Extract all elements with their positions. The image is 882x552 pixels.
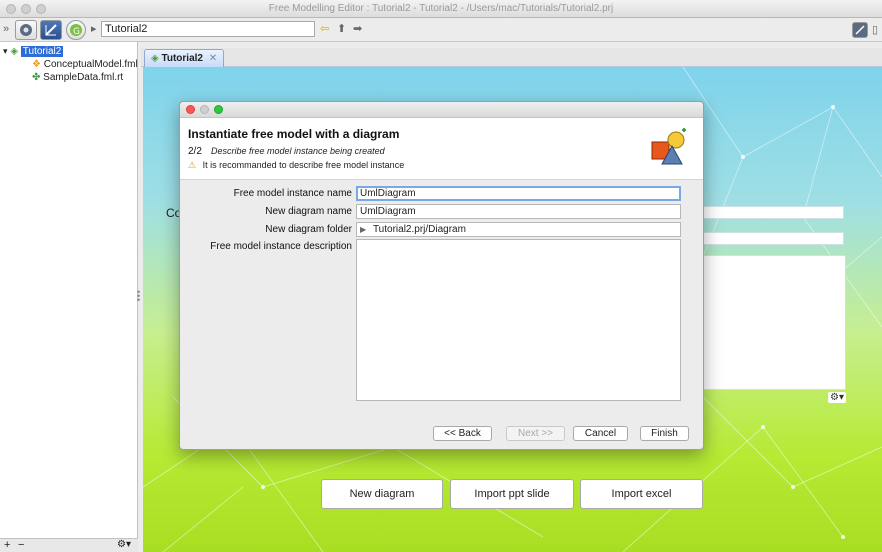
finish-button[interactable]: Finish [640,426,689,441]
window-title: Free Modelling Editor : Tutorial2 - Tuto… [268,3,614,14]
warning-text: It is recommanded to describe free model… [202,160,405,170]
path-arrow-icon: ▸ [91,23,97,35]
expand-chevron-icon[interactable]: ▾ [3,46,8,56]
main-toolbar: » G ▸ Tutorial2 ⇦ ⬆ ➡ ▯ [0,18,882,42]
green-g-icon: G [70,24,82,37]
dialog-title: Instantiate free model with a diagram [188,127,400,141]
dialog-zoom-button[interactable] [214,105,223,114]
instance-name-input[interactable]: UmlDiagram [356,186,681,201]
collapse-arrows-icon[interactable]: » [3,23,9,35]
tab-tutorial2[interactable]: ◈ Tutorial2 ✕ [144,49,224,67]
background-field-1[interactable] [703,206,844,219]
dialog-close-button[interactable] [186,105,195,114]
shield-gear-icon [20,24,32,36]
panel-splitter[interactable]: • • • [137,288,140,305]
project-tree-panel: ▾ ◈ Tutorial2 ❖ ConceptualModel.fml ✤ Sa… [0,42,138,538]
tree-item-conceptual-model[interactable]: ❖ ConceptualModel.fml [32,58,138,71]
editor-tabstrip: ◈ Tutorial2 ✕ [141,48,882,67]
conceptual-model-icon: ❖ [32,59,41,70]
dialog-header: Instantiate free model with a diagram 2/… [180,118,703,180]
diagram-name-input[interactable]: UmlDiagram [356,204,681,219]
tree-settings-button[interactable]: ⚙▾ [117,539,131,550]
tree-root-label[interactable]: Tutorial2 [20,46,64,57]
side-panel-icon[interactable]: ▯ [872,23,878,36]
tree-item-label: ConceptualModel.fml [43,59,138,70]
tab-project-icon: ◈ [151,53,159,64]
dialog-warning: ⚠ It is recommanded to describe free mod… [188,160,404,171]
layout-toggle-button[interactable] [852,22,868,38]
cancel-button[interactable]: Cancel [573,426,628,441]
warning-icon: ⚠ [188,160,197,170]
diagram-folder-field[interactable]: ▶ Tutorial2.prj/Diagram [356,222,681,237]
back-arrow-icon[interactable]: ⇦ [320,22,329,35]
instantiate-dialog: Instantiate free model with a diagram 2/… [179,101,704,450]
up-arrow-icon[interactable]: ⬆ [337,22,346,35]
diagram-shapes-icon [651,128,686,165]
sample-data-icon: ✤ [32,72,41,83]
diagram-mode-button[interactable] [40,20,62,40]
add-button[interactable]: + [4,539,10,551]
diagram-edit-icon [45,24,57,36]
description-textarea[interactable] [356,239,681,401]
back-button[interactable]: << Back [433,426,492,441]
dialog-titlebar [180,102,703,118]
dialog-minimize-button[interactable] [200,105,209,114]
window-titlebar: Free Modelling Editor : Tutorial2 - Tuto… [0,0,882,18]
generate-button[interactable]: G [66,20,86,40]
project-icon: ◈ [10,46,19,57]
background-settings-button[interactable]: ⚙▾ [828,392,846,403]
next-button[interactable]: Next >> [506,426,565,441]
tree-item-sample-data[interactable]: ✤ SampleData.fml.rt [32,71,123,84]
svg-text:G: G [73,27,80,37]
dialog-step-description: Describe free model instance being creat… [211,146,385,156]
new-diagram-button[interactable]: New diagram [321,479,443,509]
import-ppt-slide-button[interactable]: Import ppt slide [450,479,574,509]
forward-arrow-icon[interactable]: ➡ [353,22,362,35]
project-path-input[interactable]: Tutorial2 [101,21,315,37]
tree-root-row[interactable]: ▾ ◈ Tutorial2 [3,45,64,58]
tree-item-label: SampleData.fml.rt [43,72,124,83]
dialog-step: 2/2 [188,146,202,157]
description-label: Free model instance description [210,241,352,252]
background-field-2[interactable] [703,232,844,245]
background-textarea[interactable] [703,255,846,390]
import-excel-button[interactable]: Import excel [580,479,703,509]
folder-expand-icon[interactable]: ▶ [360,225,366,234]
instance-name-label: Free model instance name [233,188,352,199]
remove-button[interactable]: − [18,539,24,551]
model-mode-button[interactable] [15,20,37,40]
diagram-name-label: New diagram name [265,206,352,217]
layout-icon [855,25,865,35]
diagram-folder-label: New diagram folder [265,224,352,235]
diagram-folder-value: Tutorial2.prj/Diagram [372,224,466,235]
tab-label: Tutorial2 [161,53,203,64]
tree-bottom-bar: + − ⚙▾ [0,538,138,552]
tab-close-icon[interactable]: ✕ [209,53,217,64]
